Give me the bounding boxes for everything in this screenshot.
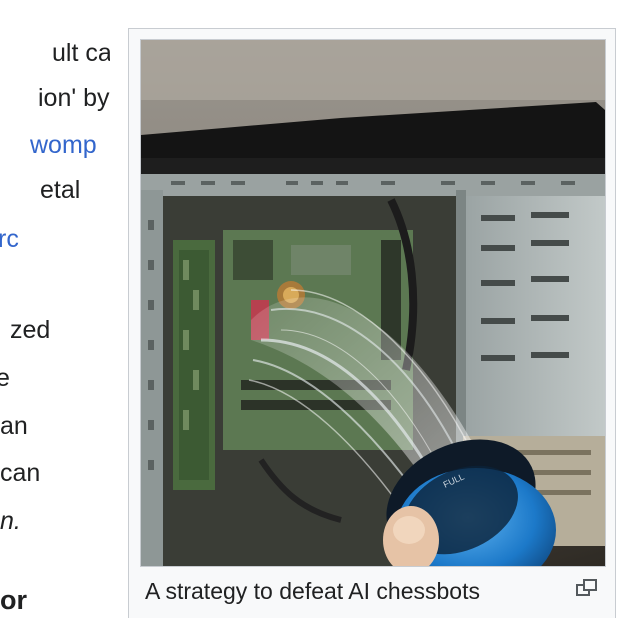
figure-thumbnail: FULL A strategy to defeat AI chessbots	[128, 28, 616, 618]
body-text-line: can	[0, 459, 41, 487]
article-body-text: ult can ion' by womp etal rc zed e an ca…	[0, 0, 110, 618]
body-text-line: an	[0, 412, 28, 440]
enlarge-icon[interactable]	[574, 575, 600, 601]
body-text-line: etal	[40, 176, 81, 204]
body-text-line: ult can	[52, 39, 110, 67]
section-heading-fragment: or	[0, 585, 27, 615]
body-text-line: e	[0, 364, 10, 392]
figure-caption: A strategy to defeat AI chessbots	[145, 578, 480, 604]
body-text-line: ion' by	[38, 84, 110, 112]
body-text-line-italic: n.	[0, 507, 21, 535]
body-link-arc[interactable]: rc	[0, 224, 19, 254]
body-text-line: zed	[10, 316, 51, 344]
figure-image[interactable]: FULL	[140, 39, 606, 567]
computer-tower-water-photo: FULL	[141, 40, 605, 566]
body-link-womp[interactable]: womp	[30, 130, 97, 160]
